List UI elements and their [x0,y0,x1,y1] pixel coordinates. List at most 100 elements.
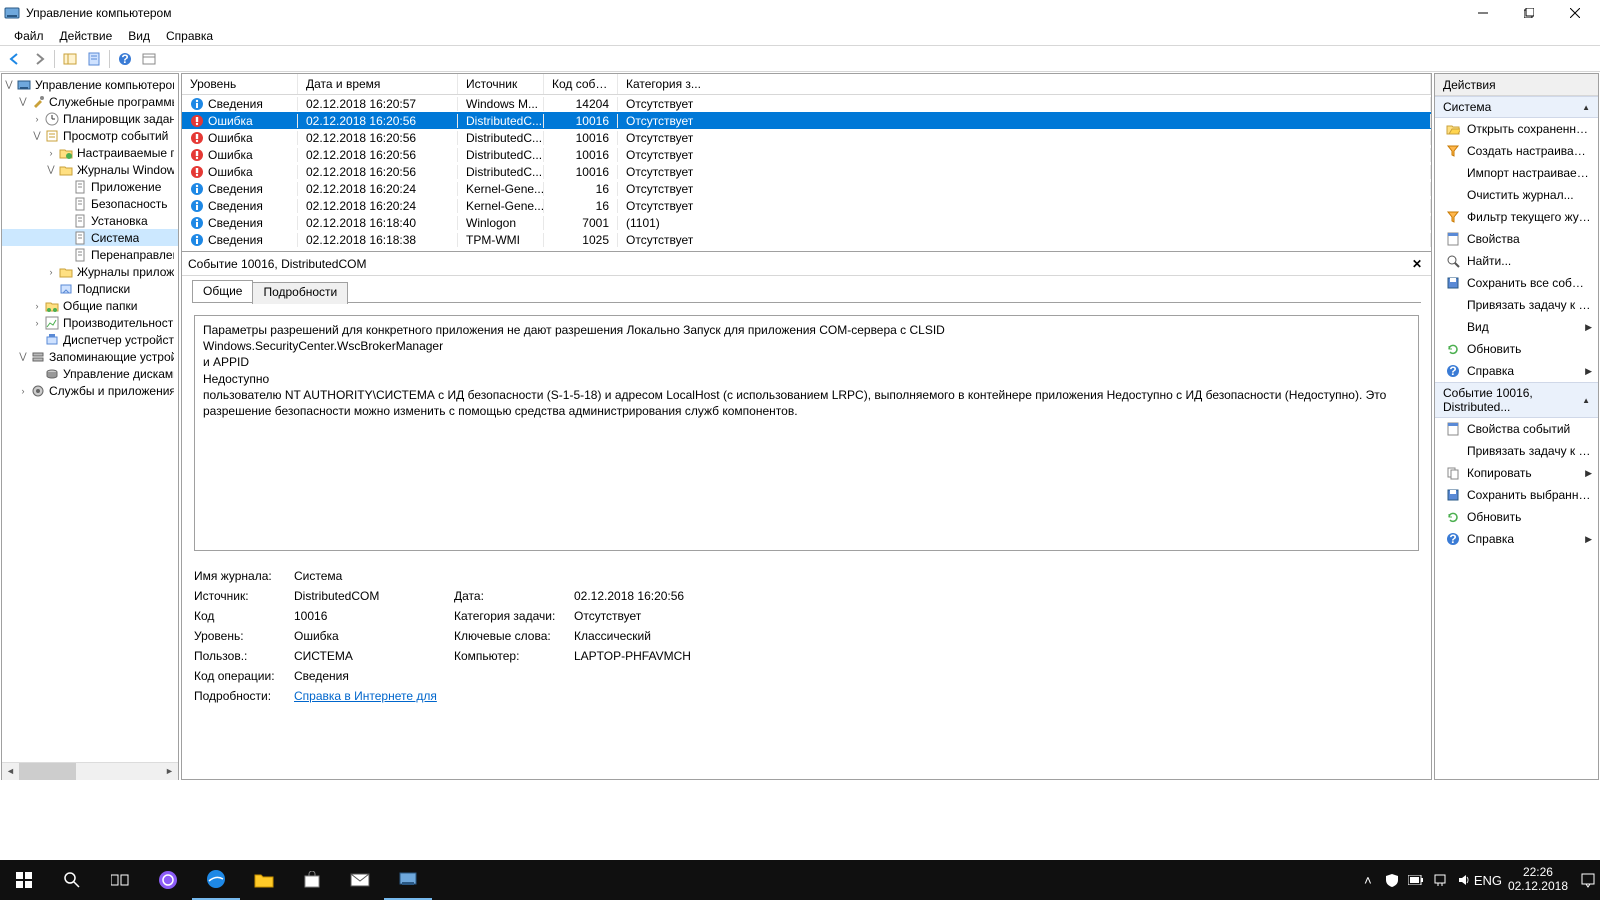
tree-node[interactable]: ›Производительность [2,314,178,331]
col-date[interactable]: Дата и время [298,74,458,94]
tab-general[interactable]: Общие [192,280,253,302]
tree-node[interactable]: Система [2,229,178,246]
taskbar-app-edge[interactable] [192,860,240,900]
detail-close-button[interactable]: ✕ [1409,256,1425,272]
tree-expander-icon[interactable]: › [44,146,58,160]
action-item[interactable]: Обновить [1435,338,1598,360]
event-list-header[interactable]: Уровень Дата и время Источник Код событи… [182,74,1431,95]
maximize-button[interactable] [1506,0,1552,26]
tree-node[interactable]: ›Службы и приложения [2,382,178,399]
tray-defender-icon[interactable] [1380,860,1404,900]
col-source[interactable]: Источник [458,74,544,94]
tray-language[interactable]: ENG [1476,860,1500,900]
properties-button[interactable] [83,48,105,70]
taskbar-app-mmc[interactable] [384,860,432,900]
action-item[interactable]: Создать настраиваем... [1435,140,1598,162]
tree-node[interactable]: Установка [2,212,178,229]
event-row[interactable]: Сведения02.12.2018 16:20:24Kernel-Gene..… [182,197,1431,214]
col-category[interactable]: Категория з... [618,74,1431,94]
system-tray[interactable]: ˄ ENG 22:26 02.12.2018 [1356,860,1600,900]
tree-expander-icon[interactable]: ⋁ [16,95,30,109]
tree-expander-icon[interactable]: › [30,299,44,313]
action-item[interactable]: Найти... [1435,250,1598,272]
action-item[interactable]: Очистить журнал... [1435,184,1598,206]
event-row[interactable]: Ошибка02.12.2018 16:20:56DistributedC...… [182,163,1431,180]
col-level[interactable]: Уровень [182,74,298,94]
taskbar-app-explorer[interactable] [240,860,288,900]
tree-expander-icon[interactable]: › [44,265,58,279]
tab-details[interactable]: Подробности [252,282,348,304]
event-row[interactable]: Ошибка02.12.2018 16:20:56DistributedC...… [182,129,1431,146]
menu-file[interactable]: Файл [6,27,52,45]
taskbar-app-store[interactable] [288,860,336,900]
action-item[interactable]: ?Справка▶ [1435,360,1598,382]
meta-more-value[interactable]: Справка в Интернете для [294,689,774,703]
action-item[interactable]: Привязать задачу к со... [1435,440,1598,462]
tree-node[interactable]: Диспетчер устройств [2,331,178,348]
tray-chevron-icon[interactable]: ˄ [1356,860,1380,900]
tree-node[interactable]: ⋁Журналы Windows [2,161,178,178]
event-row[interactable]: Сведения02.12.2018 16:20:24Kernel-Gene..… [182,180,1431,197]
tree-expander-icon[interactable]: ⋁ [30,129,44,143]
nav-forward-button[interactable] [28,48,50,70]
tree-node[interactable]: ⋁Просмотр событий [2,127,178,144]
close-button[interactable] [1552,0,1598,26]
help-button[interactable]: ? [114,48,136,70]
actions-section-system[interactable]: Система▲ [1435,96,1598,118]
event-row[interactable]: Ошибка02.12.2018 16:20:56DistributedC...… [182,112,1431,129]
event-row[interactable]: Сведения02.12.2018 16:18:38TPM-WMI1025От… [182,231,1431,248]
action-item[interactable]: Привязать задачу к жу... [1435,294,1598,316]
tree-node[interactable]: Приложение [2,178,178,195]
tree-node[interactable]: ⋁Управление компьютером (л [2,76,178,93]
event-row[interactable]: Сведения02.12.2018 16:18:40Winlogon7001(… [182,214,1431,231]
tree-expander-icon[interactable]: ⋁ [2,78,16,92]
tree-node[interactable]: ⋁Запоминающие устройст [2,348,178,365]
action-item[interactable]: Фильтр текущего жур... [1435,206,1598,228]
action-item[interactable]: Обновить [1435,506,1598,528]
action-item[interactable]: Вид▶ [1435,316,1598,338]
action-item[interactable]: Свойства событий [1435,418,1598,440]
taskbar-app-mail[interactable] [336,860,384,900]
tree-node[interactable]: Перенаправлен [2,246,178,263]
col-eventid[interactable]: Код события [544,74,618,94]
tray-clock[interactable]: 22:26 02.12.2018 [1500,866,1576,894]
tree-node[interactable]: ›Настраиваемые пр [2,144,178,161]
tray-volume-icon[interactable] [1452,860,1476,900]
tree-node[interactable]: Подписки [2,280,178,297]
tree-node[interactable]: ›Журналы приложе [2,263,178,280]
tree-node[interactable]: ⋁Служебные программы [2,93,178,110]
action-item[interactable]: Открыть сохраненны... [1435,118,1598,140]
action-item[interactable]: Сохранить все событи... [1435,272,1598,294]
event-row[interactable]: Ошибка02.12.2018 16:20:56DistributedC...… [182,146,1431,163]
tree-node[interactable]: Управление дисками [2,365,178,382]
extra-button[interactable] [138,48,160,70]
action-item[interactable]: Копировать▶ [1435,462,1598,484]
menu-view[interactable]: Вид [120,27,158,45]
menu-help[interactable]: Справка [158,27,221,45]
action-item[interactable]: Сохранить выбранны... [1435,484,1598,506]
action-item[interactable]: Импорт настраиваем... [1435,162,1598,184]
tree-node[interactable]: ›Планировщик заданий [2,110,178,127]
tree-node[interactable]: Безопасность [2,195,178,212]
menu-action[interactable]: Действие [52,27,121,45]
tree-hscrollbar[interactable]: ◄► [2,762,178,779]
task-view-button[interactable] [96,860,144,900]
tray-notifications-icon[interactable] [1576,860,1600,900]
tree-expander-icon[interactable]: › [30,316,44,330]
tray-network-icon[interactable] [1428,860,1452,900]
cortana-button[interactable] [144,860,192,900]
tree-node[interactable]: ›Общие папки [2,297,178,314]
taskbar[interactable]: ˄ ENG 22:26 02.12.2018 [0,860,1600,900]
show-hide-tree-button[interactable] [59,48,81,70]
search-button[interactable] [48,860,96,900]
actions-section-event[interactable]: Событие 10016, Distributed...▲ [1435,382,1598,418]
start-button[interactable] [0,860,48,900]
tree-expander-icon[interactable]: ⋁ [44,163,58,177]
tree-expander-icon[interactable]: ⋁ [16,350,30,364]
action-item[interactable]: Свойства [1435,228,1598,250]
online-help-link[interactable]: Справка в Интернете для [294,689,437,703]
tree-expander-icon[interactable]: › [30,112,44,126]
action-item[interactable]: ?Справка▶ [1435,528,1598,550]
tray-power-icon[interactable] [1404,860,1428,900]
tree-expander-icon[interactable]: › [16,384,30,398]
